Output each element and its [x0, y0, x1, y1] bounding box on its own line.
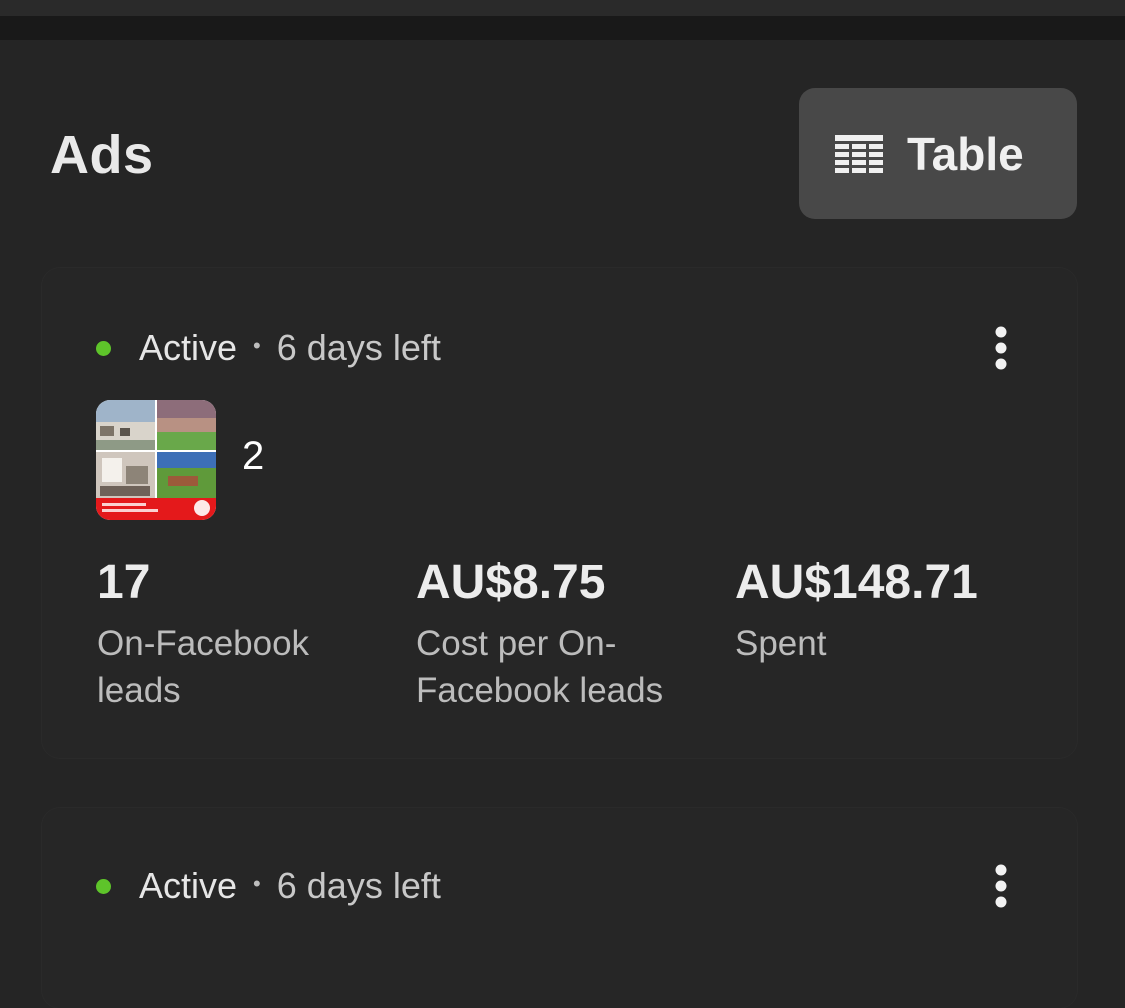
ad-status-row: Active • 6 days left [96, 865, 441, 906]
page-title: Ads [50, 125, 154, 185]
ads-header: Ads Table [0, 40, 1125, 250]
metric-cost-per-lead: AU$8.75 Cost per On-Facebook leads [416, 558, 706, 714]
more-vertical-icon[interactable] [991, 324, 1011, 372]
metric-leads: 17 On-Facebook leads [97, 558, 367, 714]
top-bar-divider [0, 16, 1125, 40]
status-active-dot [96, 878, 111, 894]
metric-value: AU$148.71 [735, 556, 978, 609]
separator-dot: • [253, 333, 261, 358]
ad-card[interactable]: Active • 6 days left 2 17 On-Facebook le… [42, 268, 1077, 758]
ad-time-left: 6 days left [276, 327, 441, 368]
metric-value: AU$8.75 [416, 556, 606, 609]
separator-dot: • [253, 871, 261, 896]
metric-label: Spent [735, 624, 827, 663]
ad-status-row: Active • 6 days left [96, 327, 441, 368]
table-icon [835, 134, 883, 173]
table-button-label: Table [907, 127, 1024, 180]
ad-time-left: 6 days left [276, 865, 441, 906]
more-vertical-icon[interactable] [991, 862, 1011, 910]
creative-count: 2 [242, 434, 265, 478]
table-view-button[interactable]: Table [799, 88, 1077, 219]
metric-spent: AU$148.71 Spent [735, 558, 1035, 667]
status-active-dot [96, 340, 111, 356]
metric-label: Cost per On-Facebook leads [416, 624, 664, 710]
ad-creative-thumbnail[interactable] [96, 400, 216, 520]
metric-label: On-Facebook leads [97, 624, 310, 710]
ad-card[interactable]: Active • 6 days left [42, 808, 1077, 1008]
ad-status: Active [139, 327, 238, 368]
ad-status: Active [139, 865, 238, 906]
metric-value: 17 [97, 556, 151, 609]
top-bar [0, 0, 1125, 16]
